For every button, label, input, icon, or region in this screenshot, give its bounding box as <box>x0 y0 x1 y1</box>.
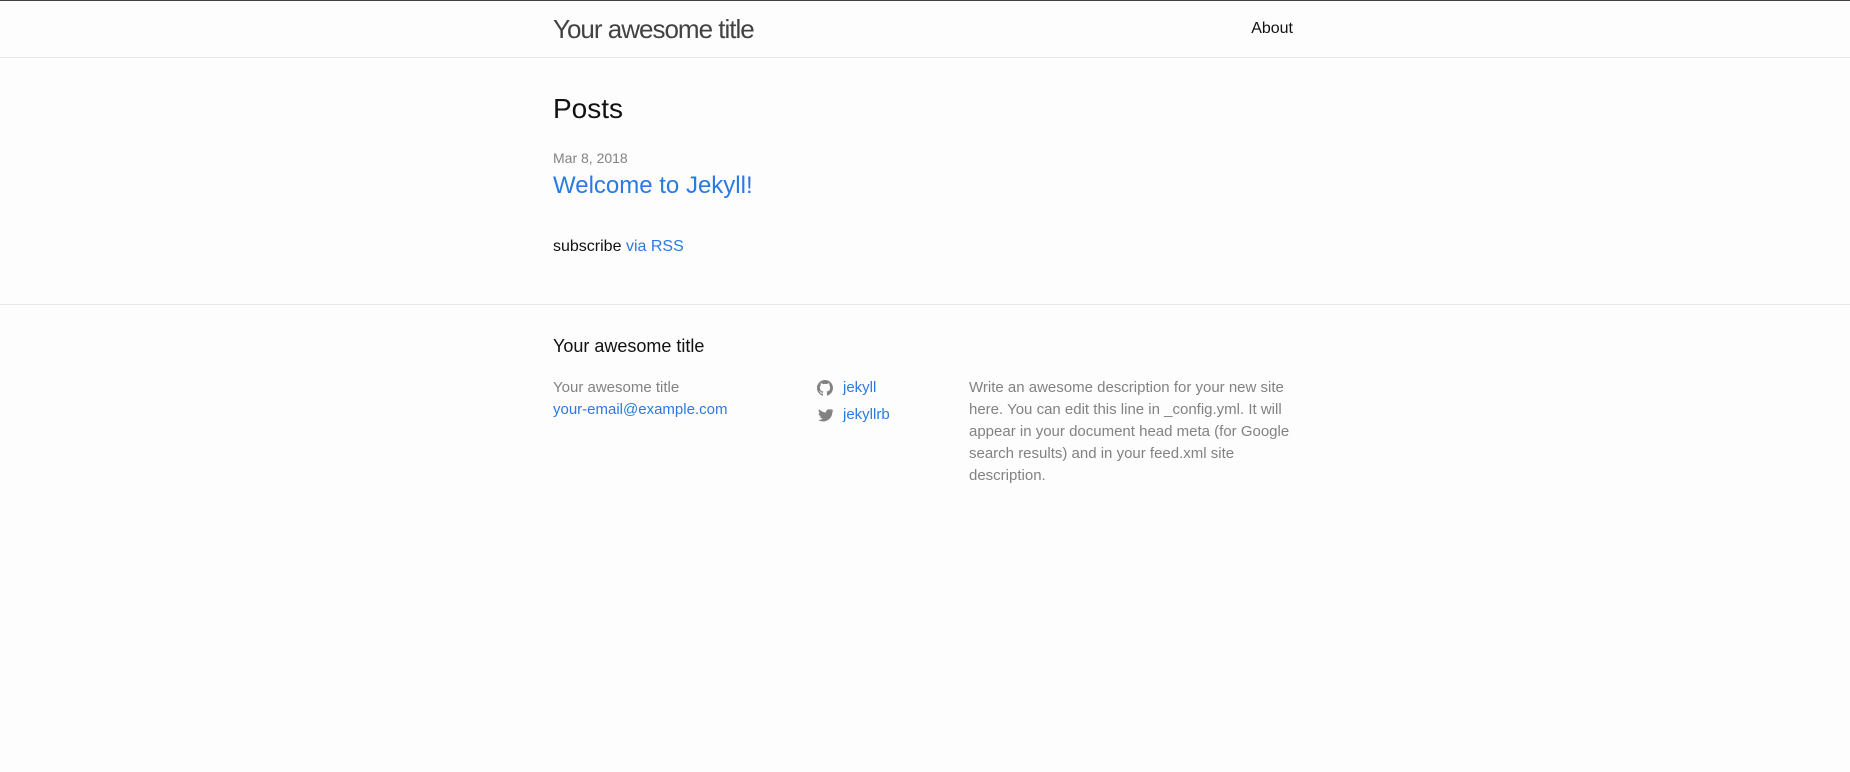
github-icon <box>817 380 833 396</box>
rss-prefix: subscribe <box>553 238 622 255</box>
social-link-twitter[interactable]: jekyllrb <box>817 404 947 426</box>
rss-link[interactable]: via RSS <box>626 238 684 255</box>
post-link[interactable]: Welcome to Jekyll! <box>553 171 753 201</box>
footer-contact-name: Your awesome title <box>553 379 680 396</box>
page-content: Posts Mar 8, 2018 Welcome to Jekyll! sub… <box>0 58 1850 305</box>
footer-contact-col: Your awesome title your-email@example.co… <box>553 377 793 421</box>
social-label-twitter: jekyllrb <box>843 406 890 423</box>
social-label-github: jekyll <box>843 379 877 396</box>
social-link-github[interactable]: jekyll <box>817 377 947 399</box>
site-footer: Your awesome title Your awesome title yo… <box>0 305 1850 505</box>
footer-email-link[interactable]: your-email@example.com <box>553 401 727 418</box>
footer-heading: Your awesome title <box>553 336 705 356</box>
twitter-icon <box>817 408 833 422</box>
rss-subscribe: subscribe via RSS <box>553 236 684 258</box>
site-nav: About <box>1251 18 1293 40</box>
site-header: Your awesome title About <box>0 1 1850 58</box>
footer-social-col: jekyll jekyllrb <box>817 377 947 431</box>
post-list-heading: Posts <box>553 93 624 124</box>
footer-description-col: Write an awesome description for your ne… <box>969 377 1293 487</box>
site-title-link[interactable]: Your awesome title <box>553 13 755 45</box>
post-date: Mar 8, 2018 <box>553 150 628 166</box>
nav-link-about[interactable]: About <box>1251 20 1293 37</box>
site-description: Write an awesome description for your ne… <box>969 379 1290 484</box>
